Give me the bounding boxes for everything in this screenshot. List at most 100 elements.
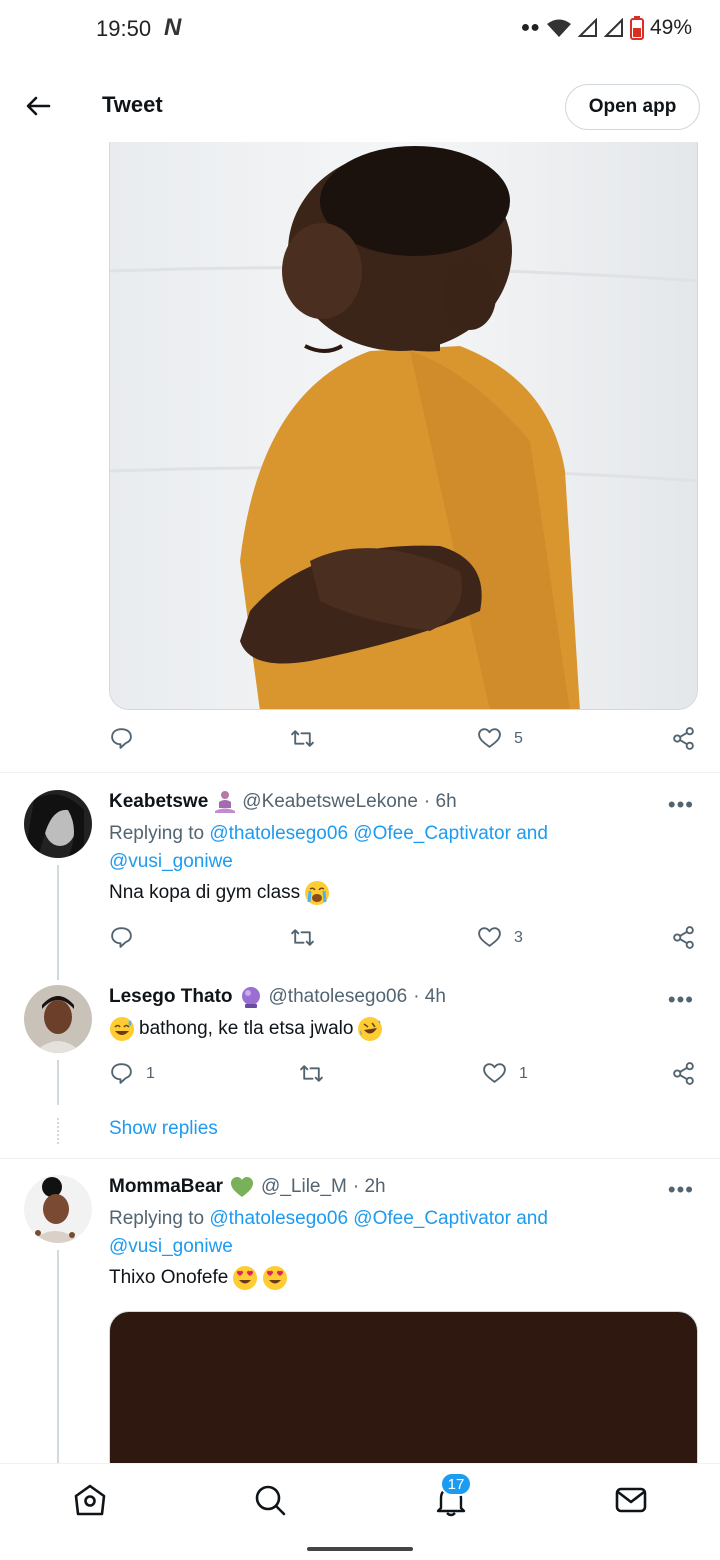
- user-handle[interactable]: @thatolesego06: [269, 986, 408, 1008]
- home-indicator[interactable]: [307, 1547, 413, 1551]
- battery-icon: [629, 16, 644, 40]
- like-button[interactable]: 5: [477, 726, 523, 751]
- share-icon: [673, 1062, 694, 1085]
- retweet-icon: [300, 1065, 323, 1082]
- mention-link[interactable]: @vusi_goniwe: [109, 1236, 233, 1257]
- divider: [0, 1158, 720, 1159]
- user-handle[interactable]: @_Lile_M: [261, 1176, 347, 1198]
- replying-to: Replying to @thatolesego06 @Ofee_Captiva…: [109, 820, 609, 876]
- reply-actions: 1 1: [109, 1061, 698, 1091]
- reply-header: MommaBear @_Lile_M · 2h: [109, 1175, 386, 1199]
- avatar[interactable]: [24, 790, 92, 858]
- more-options-button[interactable]: •••: [668, 987, 694, 1013]
- thread-dots: [57, 1118, 59, 1144]
- share-button[interactable]: [671, 726, 696, 751]
- share-icon: [673, 727, 694, 750]
- reply-text-content: Thixo Onofefe: [109, 1267, 229, 1288]
- heart-icon: [478, 728, 501, 748]
- like-button[interactable]: 1: [482, 1061, 528, 1086]
- reply-text-content: bathong, ke tla etsa jwalo: [139, 1018, 354, 1039]
- heart-eyes-emoji-icon: [233, 1266, 258, 1290]
- thread-line: [57, 1060, 59, 1105]
- bottom-navigation: 17: [0, 1463, 720, 1535]
- reply-count: 1: [146, 1064, 155, 1082]
- reply-icon: [111, 1063, 132, 1084]
- reply-icon: [111, 927, 132, 948]
- page-title: Tweet: [102, 92, 163, 117]
- avatar[interactable]: [24, 1175, 92, 1243]
- timestamp: · 2h: [352, 1176, 386, 1197]
- rofl-emoji-icon: [358, 1017, 383, 1041]
- mention-links[interactable]: @thatolesego06 @Ofee_Captivator: [209, 1208, 511, 1229]
- open-app-button[interactable]: Open app: [565, 84, 700, 130]
- green-heart-emoji-icon: [231, 1177, 254, 1197]
- timestamp: · 6h: [423, 791, 457, 812]
- replying-prefix: Replying to: [109, 1208, 205, 1229]
- display-name[interactable]: Lesego Thato: [109, 986, 233, 1008]
- status-icons: ●● 49%: [521, 16, 692, 40]
- replying-prefix: Replying to: [109, 823, 205, 844]
- status-time: 19:50: [96, 16, 152, 41]
- share-button[interactable]: [671, 1061, 696, 1086]
- notifications-badge: 17: [440, 1472, 472, 1496]
- reply-text: Thixo Onofefe: [109, 1265, 288, 1291]
- display-name[interactable]: MommaBear: [109, 1176, 223, 1198]
- tweet-actions: 5: [109, 726, 698, 756]
- reply-button[interactable]: [109, 925, 134, 950]
- home-icon[interactable]: [72, 1482, 108, 1518]
- like-button[interactable]: 3: [477, 925, 523, 950]
- avatar[interactable]: [24, 985, 92, 1053]
- retweet-icon: [291, 730, 314, 747]
- wifi-icon: [546, 19, 571, 37]
- timestamp: · 4h: [413, 986, 446, 1007]
- messages-mail-icon[interactable]: [613, 1482, 649, 1518]
- tweet-image[interactable]: [109, 140, 698, 710]
- retweet-icon: [291, 929, 314, 946]
- dots-icon: ●●: [520, 19, 540, 36]
- share-button[interactable]: [671, 925, 696, 950]
- like-count: 1: [519, 1064, 528, 1082]
- mention-link[interactable]: @vusi_goniwe: [109, 851, 233, 872]
- divider: [0, 772, 720, 773]
- reply-button[interactable]: 1: [109, 1061, 155, 1086]
- user-handle[interactable]: @KeabetsweLekone: [242, 791, 418, 813]
- thread-line: [57, 865, 59, 980]
- crying-emoji-icon: [305, 881, 330, 905]
- status-bar: 19:50 N ●● 49%: [0, 0, 720, 62]
- show-replies-link[interactable]: Show replies: [109, 1118, 218, 1140]
- reply-header: Keabetswe @KeabetsweLekone · 6h: [109, 790, 457, 814]
- signal-icon: [577, 18, 597, 37]
- replying-to: Replying to @thatolesego06 @Ofee_Captiva…: [109, 1205, 609, 1261]
- reply-text: bathong, ke tla etsa jwalo: [109, 1016, 383, 1042]
- meditation-emoji-icon: [215, 791, 236, 813]
- battery-percent: 49%: [649, 16, 692, 39]
- retweet-button[interactable]: [290, 726, 315, 751]
- reply-icon: [111, 728, 132, 749]
- reply-media-image[interactable]: [109, 1311, 698, 1481]
- signal-icon-2: [603, 18, 623, 37]
- heart-icon: [483, 1063, 506, 1083]
- mention-and-link[interactable]: and: [516, 823, 548, 844]
- top-header: Tweet Open app: [0, 70, 720, 142]
- reply-actions: 3: [109, 925, 698, 955]
- retweet-button[interactable]: [290, 925, 315, 950]
- reply-text: Nna kopa di gym class: [109, 880, 330, 906]
- mention-links[interactable]: @thatolesego06 @Ofee_Captivator: [209, 823, 511, 844]
- thread-line: [57, 1250, 59, 1463]
- like-count: 5: [514, 729, 523, 747]
- back-arrow-icon[interactable]: [22, 90, 54, 122]
- display-name[interactable]: Keabetswe: [109, 791, 208, 813]
- reply-button[interactable]: [109, 726, 134, 751]
- more-options-button[interactable]: •••: [668, 1177, 694, 1203]
- reply-header: Lesego Thato @thatolesego06 · 4h: [109, 985, 446, 1009]
- crystal-ball-emoji-icon: [241, 987, 260, 1008]
- meme-photo: [110, 141, 697, 709]
- retweet-button[interactable]: [299, 1061, 324, 1086]
- sweat-smile-emoji-icon: [110, 1017, 134, 1041]
- share-icon: [673, 926, 694, 949]
- search-icon[interactable]: [252, 1482, 288, 1518]
- heart-eyes-emoji-icon: [263, 1266, 288, 1290]
- mention-and-link[interactable]: and: [516, 1208, 548, 1229]
- like-count: 3: [514, 928, 523, 946]
- more-options-button[interactable]: •••: [668, 792, 694, 818]
